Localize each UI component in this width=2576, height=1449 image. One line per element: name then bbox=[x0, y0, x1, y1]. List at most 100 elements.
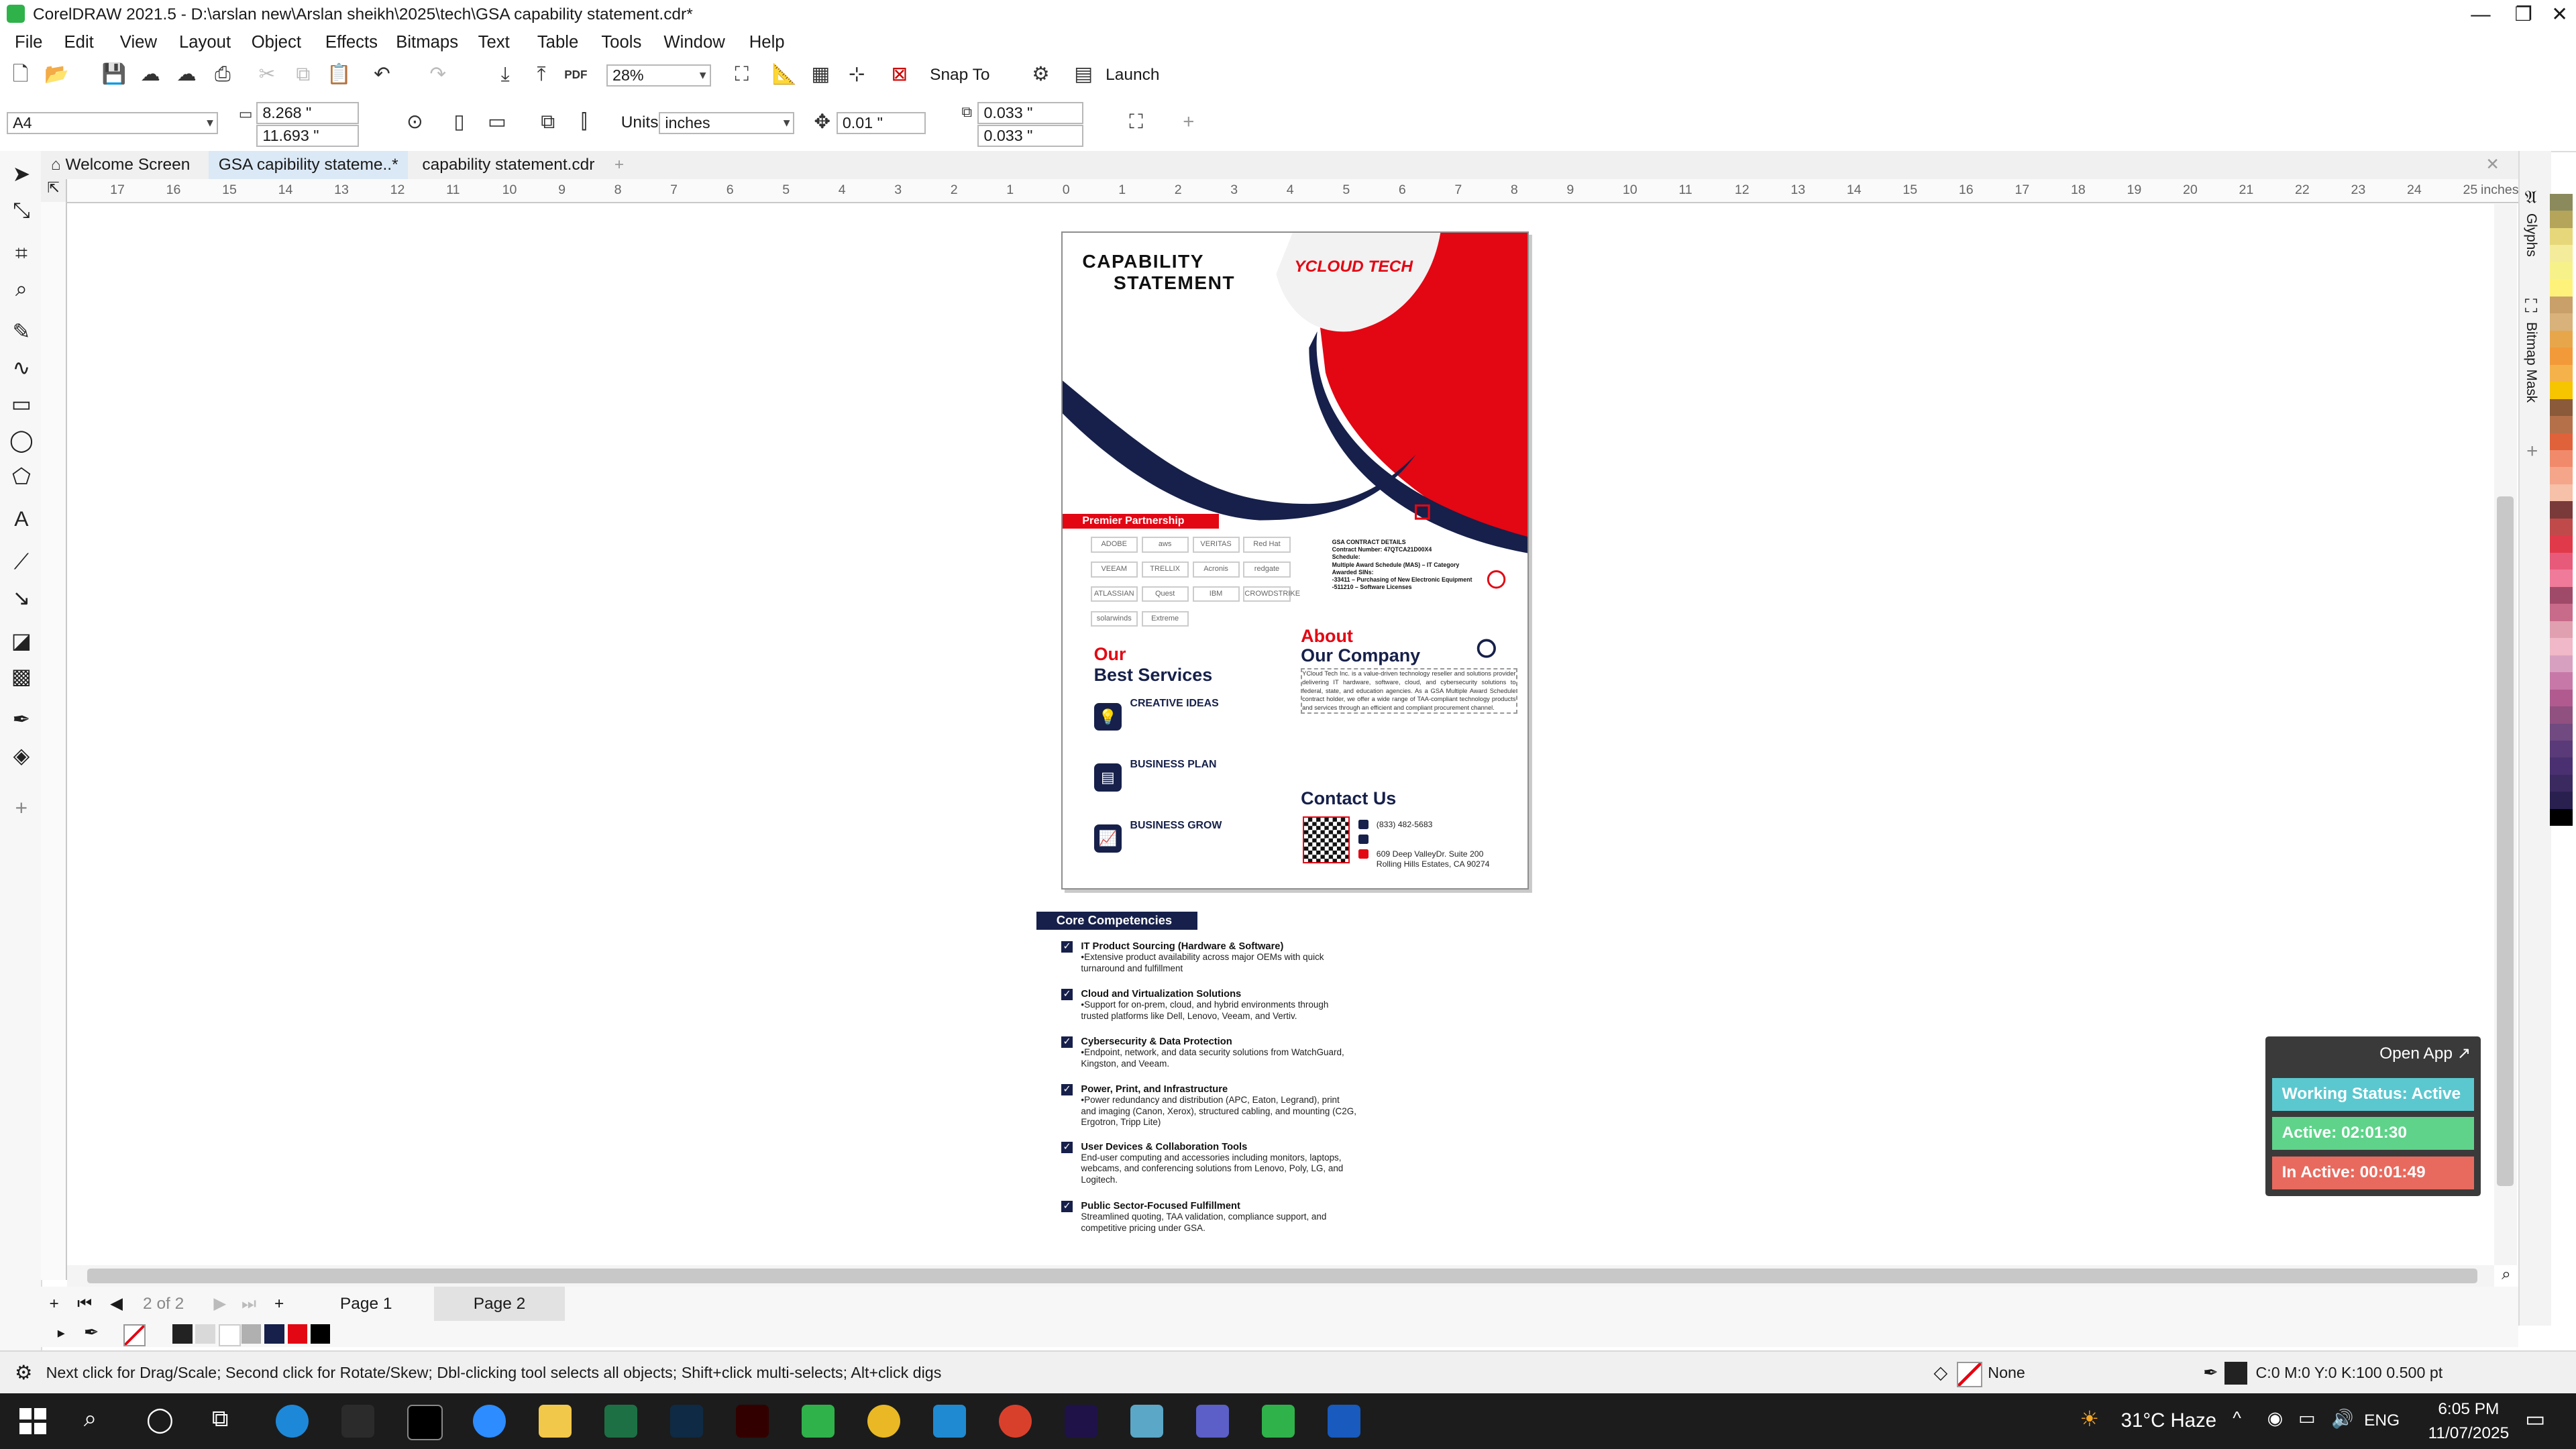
eyedropper-icon[interactable]: ✒ bbox=[84, 1322, 99, 1343]
glyphs-icon[interactable]: 𝔄 bbox=[2525, 187, 2537, 209]
ellipse-tool-icon[interactable]: ◯ bbox=[8, 427, 34, 453]
swatch-light-gray[interactable] bbox=[195, 1324, 215, 1344]
page-tab-1[interactable]: Page 1 bbox=[340, 1287, 392, 1321]
snap-off-icon[interactable]: ⊠ bbox=[887, 62, 912, 87]
cloud-open-icon[interactable]: ☁ bbox=[138, 62, 163, 87]
palette-swatch[interactable] bbox=[2549, 501, 2573, 519]
competency-item[interactable]: ✓ Power, Print, and Infrastructure •Power … bbox=[1061, 1084, 1357, 1128]
crop-tool-icon[interactable]: ⌗ bbox=[8, 240, 34, 266]
palette-swatch[interactable] bbox=[2549, 621, 2573, 639]
open-app-link[interactable]: Open App ↗ bbox=[2379, 1043, 2471, 1063]
swatch-black[interactable] bbox=[310, 1324, 331, 1344]
duplicate-y-field[interactable]: 0.033 " bbox=[977, 125, 1084, 148]
task-view-icon[interactable]: ⧉ bbox=[212, 1406, 228, 1432]
horizontal-scrollbar[interactable] bbox=[67, 1265, 2494, 1287]
swatch-white[interactable] bbox=[218, 1324, 241, 1347]
document-page[interactable]: CAPABILITY STATEMENT YCLOUD TECH Premier… bbox=[1061, 231, 1529, 890]
drop-shadow-icon[interactable]: ◪ bbox=[8, 628, 34, 654]
full-screen-icon[interactable]: ⛶ bbox=[729, 62, 754, 87]
options-gear-icon[interactable]: ⚙ bbox=[1028, 62, 1053, 87]
palette-swatch[interactable] bbox=[2549, 689, 2573, 707]
vscode-icon[interactable] bbox=[933, 1404, 966, 1438]
palette-swatch[interactable] bbox=[2549, 808, 2573, 826]
new-document-icon[interactable]: 🗋 bbox=[8, 62, 33, 87]
palette-swatch[interactable] bbox=[2549, 330, 2573, 348]
close-icon[interactable]: ✕ bbox=[2538, 0, 2576, 30]
menu-layout[interactable]: Layout bbox=[179, 30, 231, 56]
treat-as-filled-icon[interactable]: ⛶ bbox=[1124, 110, 1148, 135]
print-icon[interactable]: ⎙ bbox=[210, 62, 235, 87]
page-tab-2[interactable]: Page 2 bbox=[433, 1286, 566, 1321]
add-page-after-icon[interactable]: + bbox=[274, 1287, 284, 1321]
zoom-app-icon[interactable] bbox=[473, 1404, 506, 1438]
paste-icon[interactable]: 📋 bbox=[327, 62, 352, 87]
nudge-field[interactable]: 0.01 " bbox=[836, 111, 926, 134]
menu-bitmaps[interactable]: Bitmaps bbox=[396, 30, 458, 56]
palette-swatch[interactable] bbox=[2549, 570, 2573, 587]
palette-swatch[interactable] bbox=[2549, 552, 2573, 570]
palette-swatch[interactable] bbox=[2549, 416, 2573, 433]
prev-page-icon[interactable]: ◀ bbox=[110, 1287, 123, 1321]
palette-arrow-icon[interactable]: ▸ bbox=[58, 1324, 65, 1342]
text-tool-icon[interactable]: A bbox=[8, 506, 34, 532]
show-rulers-icon[interactable]: 📐 bbox=[772, 62, 797, 87]
add-docker-icon[interactable]: + bbox=[2526, 440, 2538, 463]
publish-pdf-icon[interactable]: PDF bbox=[564, 62, 588, 87]
about-body-text[interactable]: YCloud Tech Inc. is a value-driven techn… bbox=[1301, 668, 1517, 714]
palette-swatch[interactable] bbox=[2549, 706, 2573, 724]
teams-icon[interactable] bbox=[1195, 1404, 1229, 1438]
page-size-select[interactable]: A4 bbox=[6, 111, 218, 134]
duplicate-x-field[interactable]: 0.033 " bbox=[977, 101, 1084, 125]
interactive-fill-icon[interactable]: ◈ bbox=[8, 743, 34, 769]
illustrator-icon[interactable] bbox=[736, 1404, 769, 1438]
artistic-media-icon[interactable]: ∿ bbox=[8, 355, 34, 381]
current-page-icon[interactable]: ⧉ bbox=[535, 110, 560, 135]
palette-swatch[interactable] bbox=[2549, 672, 2573, 690]
palette-swatch[interactable] bbox=[2549, 757, 2573, 775]
menu-object[interactable]: Object bbox=[252, 30, 301, 56]
zoom-level-field[interactable]: 28% bbox=[606, 64, 711, 87]
competency-item[interactable]: ✓ Public Sector-Focused Fulfillment Stream… bbox=[1061, 1201, 1357, 1233]
chrome-icon[interactable] bbox=[867, 1404, 901, 1438]
palette-swatch[interactable] bbox=[2549, 279, 2573, 297]
bitmap-mask-icon[interactable]: ⛶ bbox=[2525, 296, 2538, 317]
show-guidelines-icon[interactable]: ⊹ bbox=[845, 62, 869, 87]
color-eyedropper-icon[interactable]: ✒ bbox=[8, 706, 34, 733]
palette-swatch[interactable] bbox=[2549, 382, 2573, 399]
volume-icon[interactable]: 🔊 bbox=[2331, 1408, 2354, 1430]
undo-icon[interactable]: ↶ bbox=[370, 62, 394, 87]
clock-time[interactable]: 6:05 PM bbox=[2438, 1400, 2499, 1419]
palette-swatch[interactable] bbox=[2549, 604, 2573, 621]
competency-item[interactable]: ✓ Cloud and Virtualization Solutions •Supp… bbox=[1061, 989, 1357, 1021]
coreldraw-active-icon[interactable] bbox=[1261, 1404, 1295, 1438]
palette-swatch[interactable] bbox=[2549, 313, 2573, 331]
palette-swatch[interactable] bbox=[2549, 518, 2573, 536]
premiere-icon[interactable] bbox=[1064, 1404, 1097, 1438]
palette-swatch[interactable] bbox=[2549, 638, 2573, 655]
first-page-icon[interactable]: ⏮ bbox=[77, 1287, 92, 1321]
app-diamond-icon[interactable] bbox=[1130, 1404, 1163, 1438]
vertical-ruler[interactable] bbox=[41, 178, 67, 1280]
weather-text[interactable]: 31°C Haze bbox=[2121, 1409, 2216, 1432]
edge-icon[interactable] bbox=[276, 1404, 309, 1438]
coreldraw-taskbar-icon[interactable] bbox=[802, 1404, 835, 1438]
menu-file[interactable]: File bbox=[15, 30, 42, 56]
tab-capability-statement[interactable]: capability statement.cdr bbox=[413, 151, 604, 179]
pick-tool-icon[interactable]: ➤ bbox=[8, 161, 34, 187]
last-page-icon[interactable]: ⏭ bbox=[241, 1287, 256, 1321]
cortana-icon[interactable]: ◯ bbox=[146, 1405, 174, 1434]
zoom-corner-icon[interactable]: ⌕ bbox=[2496, 1265, 2517, 1287]
palette-swatch[interactable] bbox=[2549, 792, 2573, 809]
open-icon[interactable]: 📂 bbox=[44, 62, 69, 87]
menu-view[interactable]: View bbox=[120, 30, 157, 56]
network-icon[interactable]: ▭ bbox=[2298, 1408, 2315, 1429]
palette-swatch[interactable] bbox=[2549, 211, 2573, 228]
show-grid-icon[interactable]: ▦ bbox=[808, 62, 833, 87]
notifications-icon[interactable]: ▭ bbox=[2525, 1406, 2545, 1432]
next-page-icon[interactable]: ▶ bbox=[213, 1287, 226, 1321]
menu-window[interactable]: Window bbox=[663, 30, 724, 56]
color-palette[interactable] bbox=[2549, 193, 2576, 1278]
all-pages-icon[interactable]: ⊙ bbox=[402, 110, 427, 135]
cloud-save-icon[interactable]: ☁ bbox=[174, 62, 199, 87]
swatch-navy[interactable] bbox=[264, 1324, 284, 1344]
